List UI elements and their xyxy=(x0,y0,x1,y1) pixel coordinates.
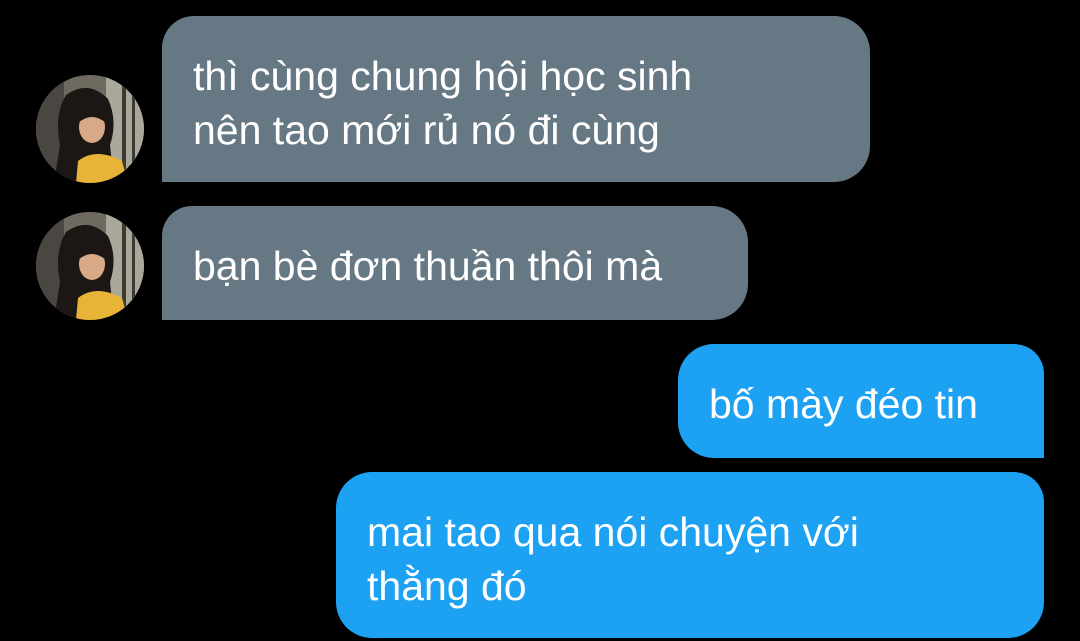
message-row-incoming: thì cùng chung hội học sinh nên tao mới … xyxy=(0,0,1080,190)
profile-photo-icon xyxy=(36,212,144,320)
sender-avatar[interactable] xyxy=(36,75,144,183)
message-text-line: thằng đó xyxy=(367,563,527,609)
message-row-incoming: bạn bè đơn thuần thôi mà xyxy=(0,190,1080,330)
profile-photo-icon xyxy=(36,75,144,183)
message-text-line: nên tao mới rủ nó đi cùng xyxy=(193,107,660,153)
outgoing-message-bubble[interactable]: bố mày đéo tin xyxy=(678,344,1044,458)
incoming-message-bubble[interactable]: bạn bè đơn thuần thôi mà xyxy=(162,206,748,320)
message-text-line: thì cùng chung hội học sinh xyxy=(193,53,693,99)
message-text-line: mai tao qua nói chuyện với xyxy=(367,509,859,555)
message-text-line: bạn bè đơn thuần thôi mà xyxy=(193,243,663,289)
sender-avatar[interactable] xyxy=(36,212,144,320)
outgoing-message-bubble[interactable]: mai tao qua nói chuyện với thằng đó xyxy=(336,472,1044,638)
message-row-outgoing: bố mày đéo tin xyxy=(0,330,1080,460)
incoming-message-bubble[interactable]: thì cùng chung hội học sinh nên tao mới … xyxy=(162,16,870,182)
message-text-line: bố mày đéo tin xyxy=(709,381,978,427)
message-row-outgoing: mai tao qua nói chuyện với thằng đó xyxy=(0,460,1080,641)
